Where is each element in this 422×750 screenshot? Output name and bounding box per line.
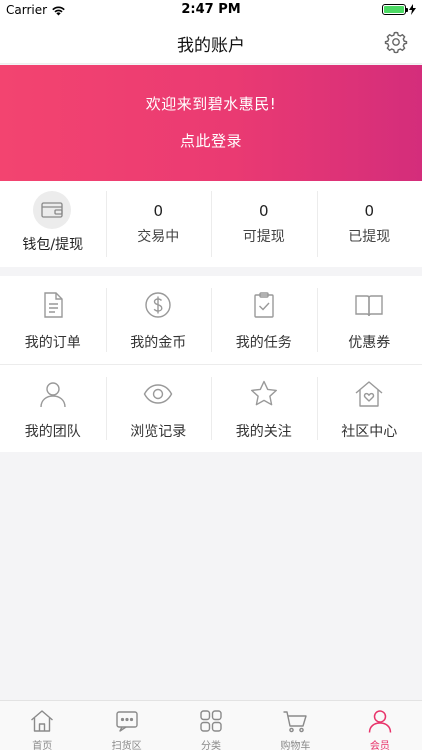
grid-label: 我的金币 [130, 335, 187, 351]
grid-label: 浏览记录 [130, 424, 187, 440]
star-icon [250, 380, 277, 406]
grid-label: 我的订单 [24, 335, 81, 351]
welcome-text: 欢迎来到碧水惠民! [145, 95, 277, 113]
grid-item-orders[interactable]: 我的订单 [0, 276, 106, 364]
grid-label: 我的团队 [24, 424, 81, 440]
tab-label: 购物车 [280, 741, 311, 750]
tab-label: 分类 [201, 741, 222, 750]
tab-label: 会员 [369, 741, 390, 750]
book-icon [355, 295, 383, 317]
tab-home[interactable]: 首页 [0, 701, 84, 750]
wallet-icon [41, 202, 63, 218]
status-time: 2:47 PM [181, 2, 241, 17]
grid-item-following[interactable]: 我的关注 [211, 365, 317, 452]
status-bar: Carrier 2:47 PM [0, 0, 422, 20]
coin-icon [145, 292, 171, 318]
stat-label: 已提现 [348, 229, 391, 245]
stat-label: 交易中 [137, 229, 180, 245]
grid-label: 社区中心 [341, 424, 398, 440]
tab-member[interactable]: 会员 [338, 701, 422, 750]
grid-row: 我的团队 浏览记录 我的关注 社区中心 [0, 364, 422, 452]
wallet-row: 钱包/提现 0 交易中 0 可提现 0 已提现 [0, 181, 422, 267]
stat-value: 0 [258, 202, 269, 220]
home-icon [31, 710, 54, 732]
page-title: 我的账户 [177, 36, 245, 56]
stat-withdrawn[interactable]: 0 已提现 [316, 181, 422, 267]
grid-item-community[interactable]: 社区中心 [316, 365, 422, 452]
document-icon [44, 292, 63, 318]
stat-value: 0 [364, 202, 375, 220]
wallet-label: 钱包/提现 [22, 237, 84, 253]
grid-label: 优惠券 [348, 335, 391, 351]
eye-icon [143, 384, 173, 404]
nav-bar: 我的账户 [0, 20, 422, 64]
wallet-icon-wrapper [33, 191, 71, 229]
house-heart-icon [355, 381, 383, 407]
tab-label: 首页 [32, 741, 53, 750]
cart-icon [283, 711, 308, 733]
grid-label: 我的关注 [235, 424, 292, 440]
stat-withdrawable[interactable]: 0 可提现 [211, 181, 317, 267]
status-right [382, 4, 416, 15]
login-link[interactable]: 点此登录 [0, 130, 422, 151]
wallet-withdraw-button[interactable]: 钱包/提现 [0, 181, 106, 267]
tab-label: 扫货区 [111, 741, 142, 750]
tab-cart[interactable]: 购物车 [253, 701, 337, 750]
stat-trading[interactable]: 0 交易中 [105, 181, 212, 267]
grid-item-coins[interactable]: 我的金币 [105, 276, 212, 364]
gear-icon[interactable] [384, 30, 408, 54]
grid-item-history[interactable]: 浏览记录 [105, 365, 212, 452]
stat-label: 可提现 [242, 229, 285, 245]
feature-grid: 我的订单 我的金币 我的任务 优惠券 我的团队 浏览记录 我的关注 社区中心 [0, 276, 422, 452]
grid-item-team[interactable]: 我的团队 [0, 365, 106, 452]
login-banner[interactable]: 欢迎来到碧水惠民! 点此登录 [0, 65, 422, 181]
person-icon [40, 382, 66, 408]
battery-icon [382, 4, 408, 15]
clipboard-check-icon [254, 292, 274, 318]
tab-shopping-zone[interactable]: 扫货区 [84, 701, 168, 750]
chat-icon [115, 711, 138, 732]
grid-icon [200, 710, 222, 732]
grid-label: 我的任务 [235, 335, 292, 351]
member-icon [368, 710, 392, 733]
grid-item-coupons[interactable]: 优惠券 [316, 276, 422, 364]
tab-categories[interactable]: 分类 [169, 701, 253, 750]
charging-icon [409, 4, 416, 15]
grid-item-tasks[interactable]: 我的任务 [211, 276, 317, 364]
tab-bar: 首页 扫货区 分类 购物车 会员 [0, 700, 422, 750]
grid-row: 我的订单 我的金币 我的任务 优惠券 [0, 276, 422, 364]
stat-value: 0 [153, 202, 164, 220]
